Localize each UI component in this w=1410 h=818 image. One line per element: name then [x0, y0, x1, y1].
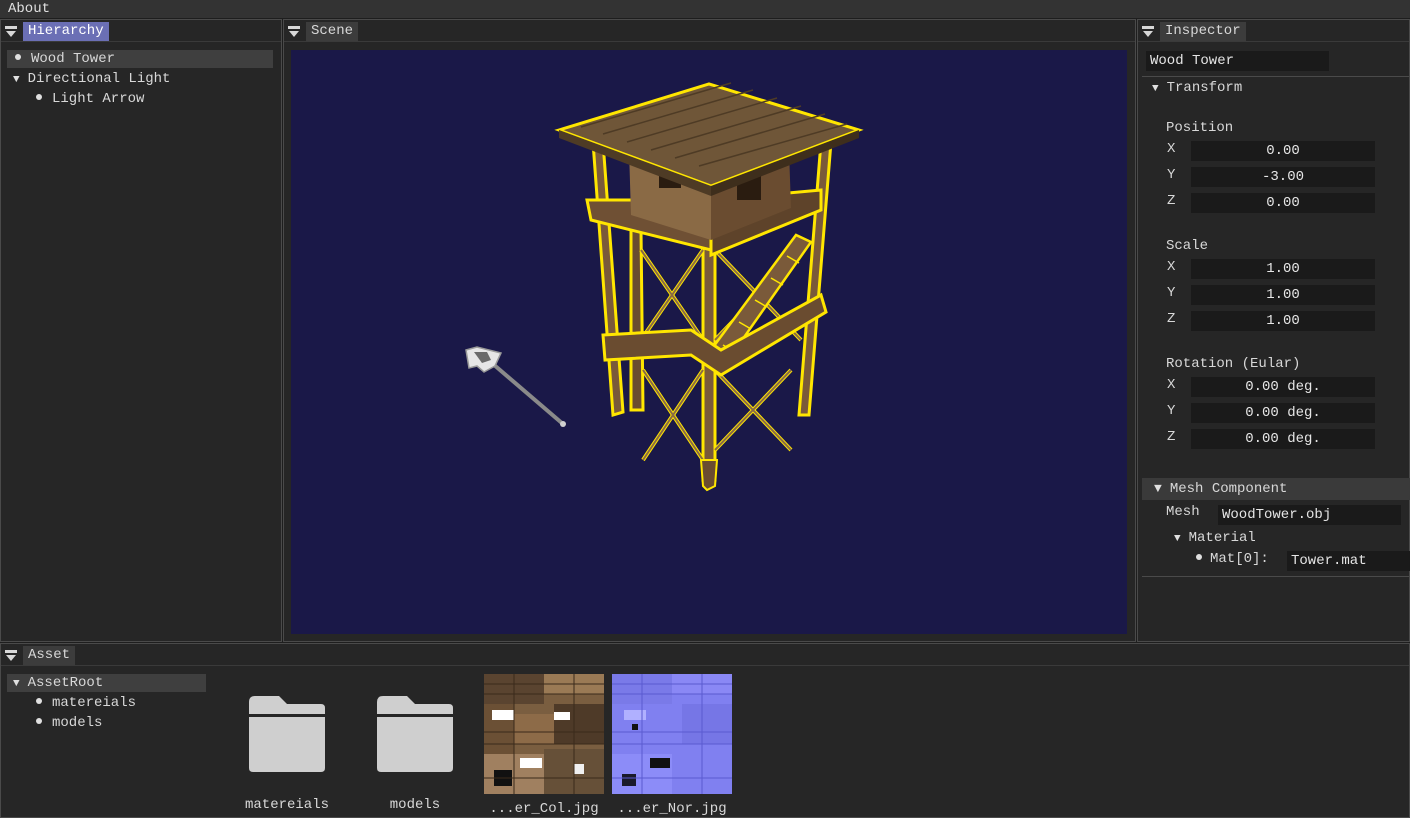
- expand-arrow-icon: ▼: [1174, 533, 1181, 545]
- hierarchy-item-directional-light[interactable]: ▼ Directional Light: [7, 70, 273, 88]
- asset-tree-item-models[interactable]: models: [7, 714, 206, 732]
- hierarchy-panel: Hierarchy Wood Tower ▼ Directional Light …: [0, 19, 282, 642]
- hierarchy-item-label: Light Arrow: [52, 91, 145, 107]
- rotation-y-label: Y: [1167, 403, 1176, 419]
- asset-tree-label: models: [52, 715, 103, 731]
- mat0-label: Mat[0]:: [1210, 551, 1269, 567]
- asset-item-models[interactable]: [375, 694, 455, 774]
- asset-header: Asset: [1, 644, 1409, 666]
- rotation-z-label: Z: [1167, 429, 1176, 445]
- bullet-icon: [36, 698, 42, 705]
- asset-item-label: ...er_Col.jpg: [489, 801, 599, 817]
- color-texture-thumbnail: [484, 674, 604, 794]
- object-name-field[interactable]: Wood Tower: [1146, 51, 1329, 71]
- scale-z-field[interactable]: 1.00: [1191, 311, 1375, 331]
- asset-tree-root[interactable]: ▼ AssetRoot: [7, 674, 206, 692]
- scale-label: Scale: [1166, 238, 1209, 254]
- asset-item-normal-texture[interactable]: [612, 674, 732, 794]
- asset-tree-label: matereials: [52, 695, 137, 711]
- normal-texture-thumbnail: [612, 674, 732, 794]
- mat0-row-label: Mat[0]:: [1196, 550, 1269, 568]
- material-label: Material: [1188, 530, 1256, 546]
- position-label: Position: [1166, 120, 1234, 136]
- rotation-label: Rotation (Eular): [1166, 356, 1301, 372]
- tab-scene[interactable]: Scene: [306, 22, 359, 41]
- tab-inspector[interactable]: Inspector: [1160, 22, 1246, 41]
- expand-arrow-icon[interactable]: ▼: [13, 71, 20, 89]
- mesh-label: Mesh: [1166, 504, 1200, 520]
- collapse-panel-icon[interactable]: [1142, 26, 1154, 38]
- asset-item-label: ...er_Nor.jpg: [617, 801, 727, 817]
- asset-item-color-texture[interactable]: [484, 674, 604, 794]
- wood-tower-model[interactable]: [554, 82, 864, 492]
- rotation-y-field[interactable]: 0.00 deg.: [1191, 403, 1375, 423]
- divider: [1142, 76, 1410, 77]
- light-arrow-gizmo[interactable]: [465, 346, 566, 427]
- hierarchy-item-label: Directional Light: [27, 71, 171, 87]
- bullet-icon: [36, 718, 42, 725]
- hierarchy-item-wood-tower[interactable]: Wood Tower: [7, 50, 273, 68]
- bullet-icon: [15, 54, 21, 61]
- expand-arrow-icon: ▼: [1154, 481, 1162, 496]
- position-x-field[interactable]: 0.00: [1191, 141, 1375, 161]
- tab-hierarchy[interactable]: Hierarchy: [23, 22, 109, 41]
- asset-panel: Asset ▼ AssetRoot matereials models mater…: [0, 643, 1410, 818]
- transform-label: Transform: [1166, 80, 1243, 96]
- position-z-label: Z: [1167, 193, 1176, 209]
- material-section-header[interactable]: ▼ Material: [1174, 529, 1256, 548]
- position-z-field[interactable]: 0.00: [1191, 193, 1375, 213]
- asset-item-label: models: [389, 797, 441, 813]
- menu-about[interactable]: About: [8, 0, 50, 18]
- position-x-label: X: [1167, 141, 1176, 157]
- position-y-label: Y: [1167, 167, 1176, 183]
- hierarchy-item-label: Wood Tower: [31, 51, 116, 67]
- scale-x-label: X: [1167, 259, 1176, 275]
- mesh-field[interactable]: WoodTower.obj: [1218, 505, 1401, 525]
- scene-render: [465, 82, 864, 492]
- folder-icon: [249, 696, 325, 772]
- mesh-component-label: Mesh Component: [1169, 481, 1288, 497]
- hierarchy-header: Hierarchy: [1, 20, 281, 42]
- position-y-field[interactable]: -3.00: [1191, 167, 1375, 187]
- rotation-x-field[interactable]: 0.00 deg.: [1191, 377, 1375, 397]
- bullet-icon: [1196, 554, 1202, 561]
- collapse-panel-icon[interactable]: [5, 26, 17, 38]
- inspector-panel: Inspector Wood Tower ▼ Transform Position…: [1137, 19, 1410, 642]
- scale-y-field[interactable]: 1.00: [1191, 285, 1375, 305]
- scene-header: Scene: [284, 20, 1135, 42]
- asset-tree-item-matereials[interactable]: matereials: [7, 694, 206, 712]
- bullet-icon: [36, 94, 42, 101]
- mesh-component-header[interactable]: ▼ Mesh Component: [1142, 478, 1410, 500]
- inspector-header: Inspector: [1138, 20, 1409, 42]
- hierarchy-item-light-arrow[interactable]: Light Arrow: [7, 90, 273, 108]
- scale-x-field[interactable]: 1.00: [1191, 259, 1375, 279]
- rotation-z-field[interactable]: 0.00 deg.: [1191, 429, 1375, 449]
- asset-item-matereials[interactable]: [247, 694, 327, 774]
- menu-bar: About: [0, 0, 1410, 18]
- rotation-x-label: X: [1167, 377, 1176, 393]
- collapse-panel-icon[interactable]: [288, 26, 300, 38]
- asset-tree-label: AssetRoot: [27, 675, 104, 691]
- asset-item-label: matereials: [244, 797, 329, 813]
- expand-arrow-icon: ▼: [1152, 83, 1159, 95]
- expand-arrow-icon[interactable]: ▼: [13, 675, 20, 693]
- scale-z-label: Z: [1167, 311, 1176, 327]
- scene-viewport[interactable]: [291, 50, 1127, 634]
- mat0-field[interactable]: Tower.mat: [1287, 551, 1410, 571]
- tab-asset[interactable]: Asset: [23, 646, 76, 665]
- divider: [1142, 576, 1410, 577]
- collapse-panel-icon[interactable]: [5, 650, 17, 662]
- scale-y-label: Y: [1167, 285, 1176, 301]
- transform-section-header[interactable]: ▼ Transform: [1152, 79, 1242, 98]
- folder-icon: [377, 696, 453, 772]
